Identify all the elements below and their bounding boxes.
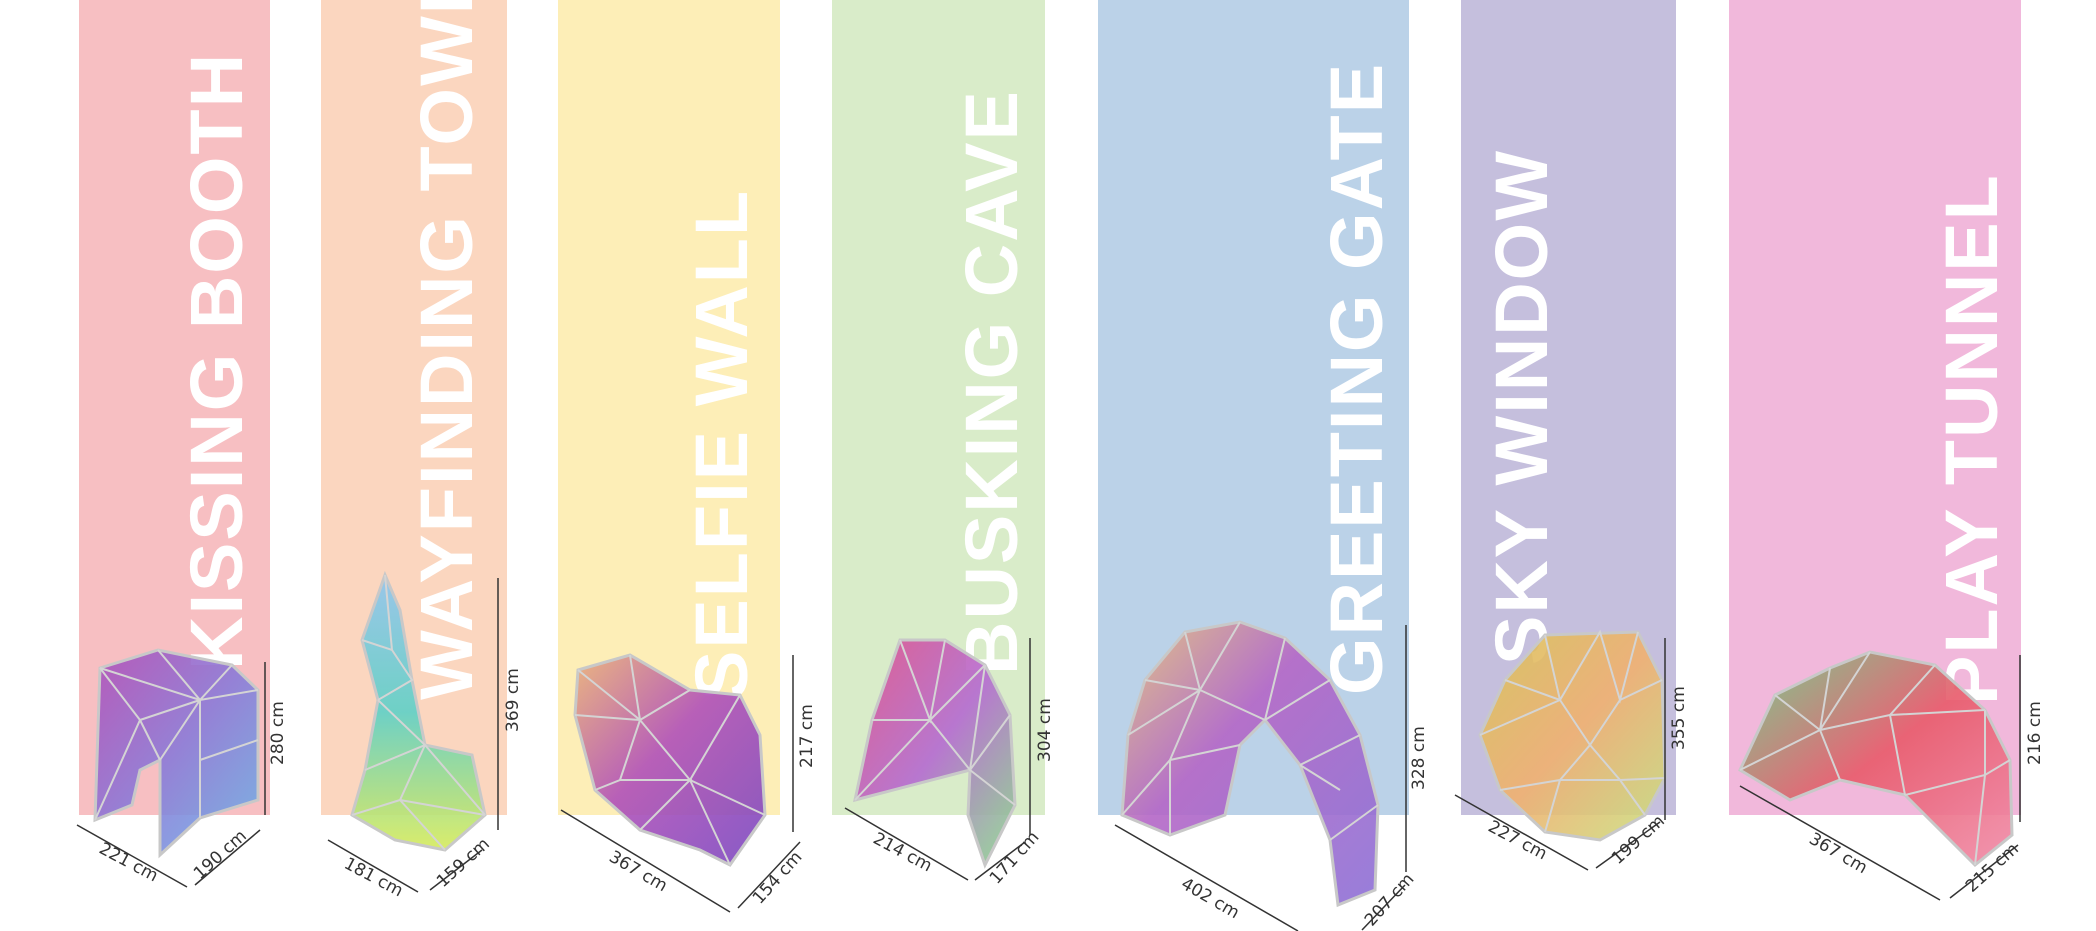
height-play-tunnel: 216 cm	[2025, 701, 2045, 765]
length-greeting-gate: 402 cm	[1178, 874, 1243, 923]
structures-diagram: 280 cm 221 cm 190 cm 369 cm 181 cm 159 c…	[76, 570, 2045, 931]
structure-greeting-gate	[1114, 620, 1407, 931]
height-greeting-gate: 328 cm	[1409, 726, 1429, 790]
height-wayfinding-tower: 369 cm	[503, 668, 523, 732]
width-selfie-wall: 154 cm	[749, 848, 807, 909]
length-play-tunnel: 367 cm	[1806, 829, 1871, 878]
length-busking-cave: 214 cm	[870, 829, 936, 877]
height-selfie-wall: 217 cm	[797, 704, 817, 768]
length-selfie-wall: 367 cm	[606, 847, 671, 896]
structure-selfie-wall	[560, 653, 801, 913]
height-sky-window: 355 cm	[1669, 686, 1689, 750]
length-wayfinding-tower: 181 cm	[341, 854, 407, 902]
height-kissing-booth: 280 cm	[268, 701, 288, 765]
structure-play-tunnel	[1738, 650, 2021, 901]
height-busking-cave: 304 cm	[1035, 698, 1055, 762]
length-kissing-booth: 221 cm	[96, 839, 162, 887]
width-kissing-booth: 190 cm	[190, 826, 251, 884]
